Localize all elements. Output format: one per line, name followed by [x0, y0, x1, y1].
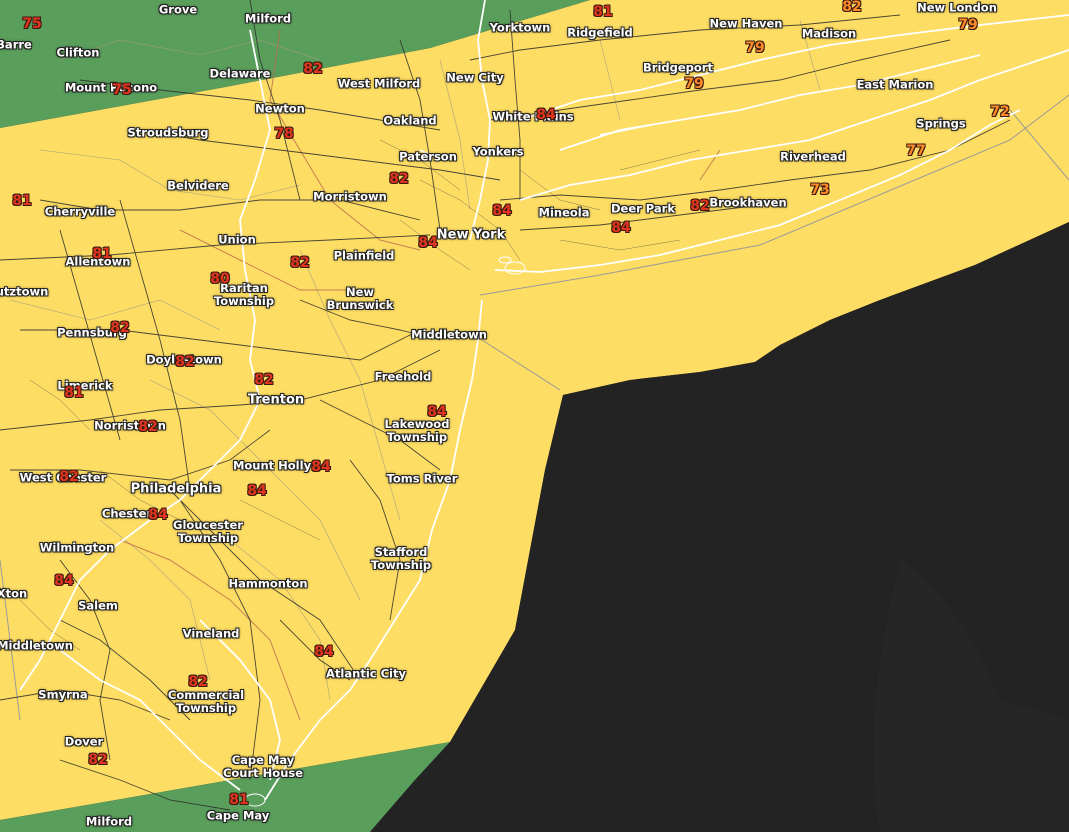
weather-map[interactable]: Grove Barre Milford Clifton Delaware Wes… [0, 0, 1069, 832]
map-base [0, 0, 1069, 832]
